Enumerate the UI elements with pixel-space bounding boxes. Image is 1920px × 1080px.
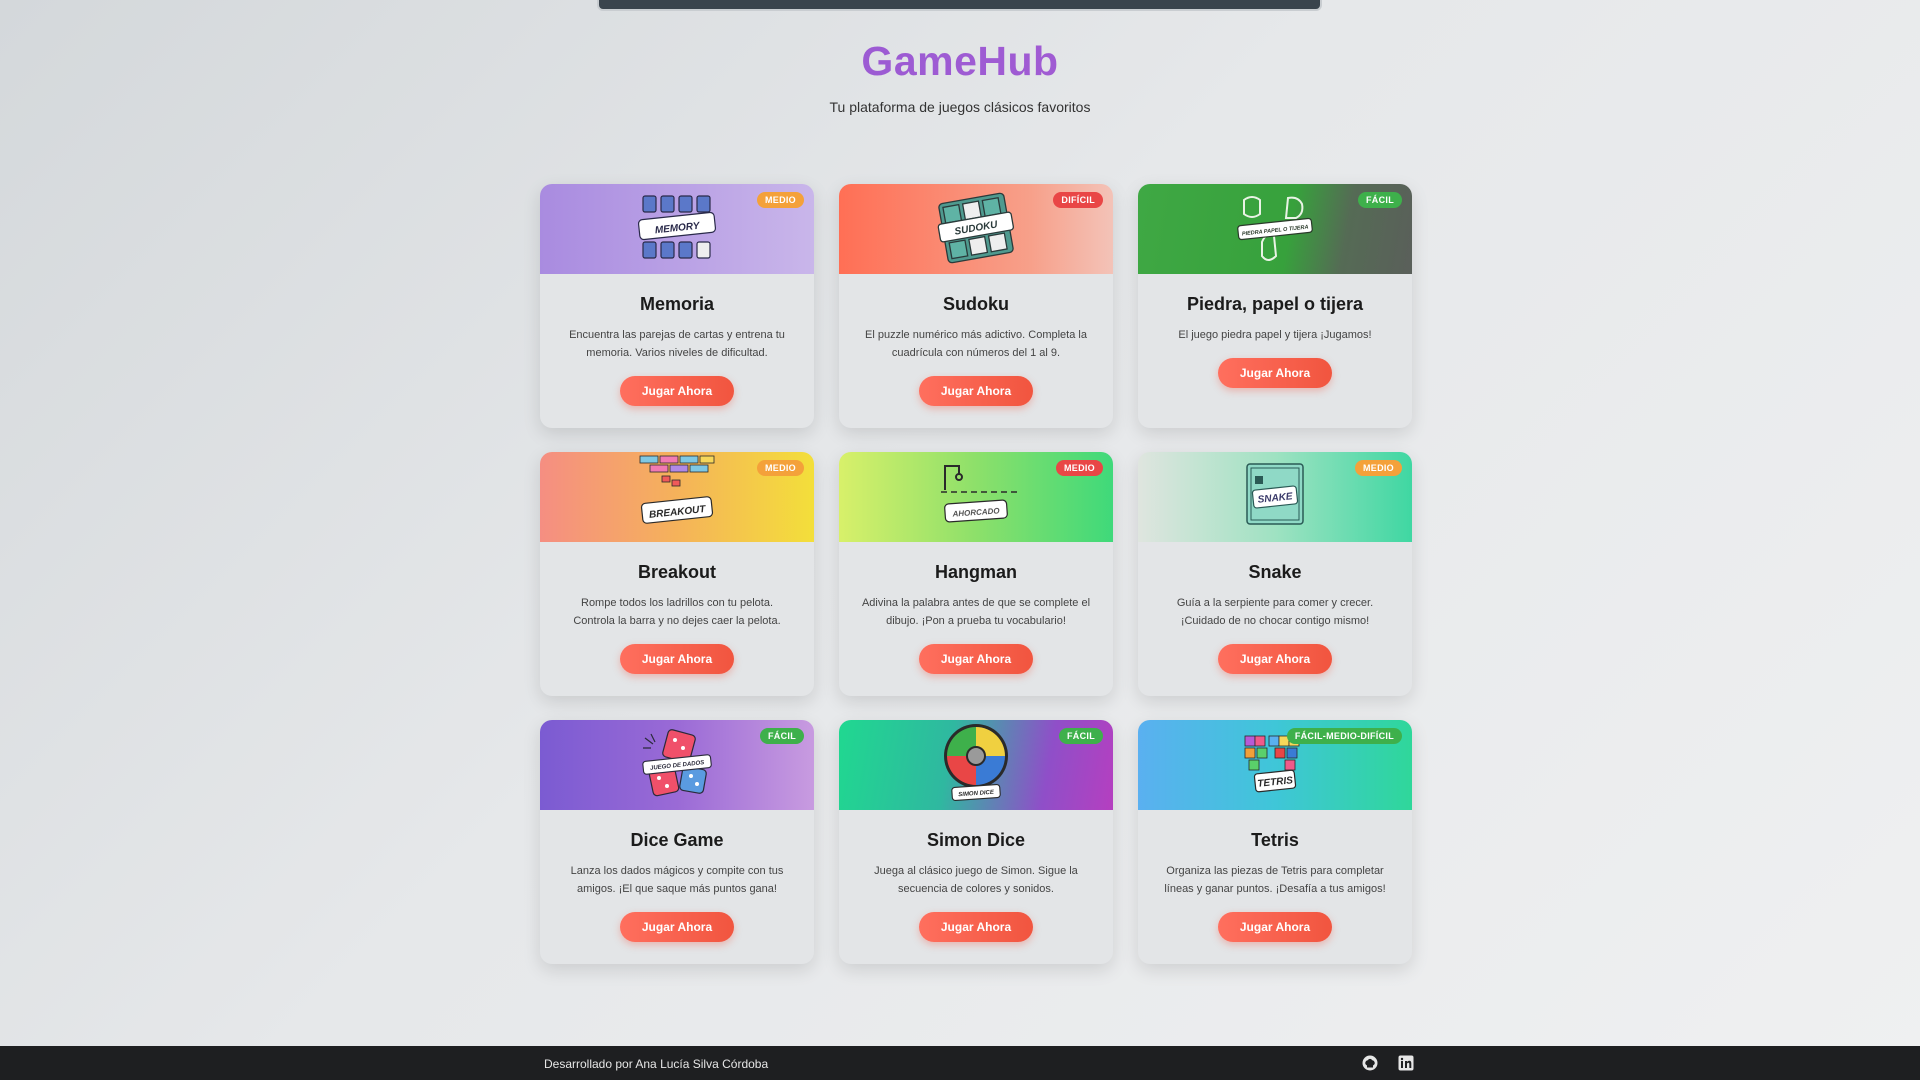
card-title: Sudoku bbox=[943, 294, 1009, 314]
game-card-hangman: AHORCADO MEDIO Hangman Adivina la palabr… bbox=[839, 452, 1113, 696]
play-now-button-snake[interactable]: Jugar Ahora bbox=[1217, 644, 1333, 674]
sudoku-grid-icon: SUDOKU bbox=[937, 192, 1015, 264]
linkedin-icon[interactable] bbox=[1398, 1055, 1414, 1071]
page-footer: Desarrollado por Ana Lucía Silva Córdoba bbox=[0, 1046, 1920, 1080]
card-title: Snake bbox=[1248, 562, 1302, 582]
difficulty-badge: FÁCIL bbox=[1059, 728, 1103, 744]
card-description: Lanza los dados mágicos y compite con tu… bbox=[570, 865, 784, 895]
card-banner: MEMORY MEDIO bbox=[540, 184, 814, 274]
card-description: Organiza las piezas de Tetris para compl… bbox=[1164, 865, 1386, 895]
card-banner: SUDOKU DIFÍCIL bbox=[839, 184, 1113, 274]
card-banner: SNAKE MEDIO bbox=[1138, 452, 1412, 542]
page-header: GameHub Tu plataforma de juegos clásicos… bbox=[0, 38, 1920, 115]
card-title: Breakout bbox=[637, 562, 717, 582]
game-card-breakout: BREAKOUT MEDIO Breakout Rompe todos los … bbox=[540, 452, 814, 696]
game-card-snake: SNAKE MEDIO Snake Guía a la serpiente pa… bbox=[1138, 452, 1412, 696]
difficulty-badge: DIFÍCIL bbox=[1053, 192, 1103, 208]
card-banner: AHORCADO MEDIO bbox=[839, 452, 1113, 542]
card-description: Rompe todos los ladrillos con tu pelota.… bbox=[573, 597, 781, 627]
game-card-memoria: MEMORY MEDIO Memoria Encuentra las parej… bbox=[540, 184, 814, 428]
card-description: Encuentra las parejas de cartas y entren… bbox=[569, 329, 785, 359]
card-title: Hangman bbox=[934, 562, 1017, 582]
play-now-button-dice-game[interactable]: Jugar Ahora bbox=[619, 912, 735, 942]
card-title: Dice Game bbox=[630, 830, 724, 850]
difficulty-badge: FÁCIL-MEDIO-DIFÍCIL bbox=[1286, 728, 1402, 744]
hands-icon: PIEDRA PAPEL O TIJERA bbox=[1237, 196, 1313, 261]
top-window-bar bbox=[597, 0, 1322, 11]
difficulty-badge: MEDIO bbox=[756, 192, 804, 208]
difficulty-badge: FÁCIL bbox=[760, 728, 804, 744]
play-now-button-simon-dice[interactable]: Jugar Ahora bbox=[918, 912, 1034, 942]
snake-board-icon: SNAKE bbox=[1246, 463, 1304, 525]
card-title: Piedra, papel o tijera bbox=[1186, 294, 1364, 314]
memory-cards-icon: MEMORY bbox=[637, 195, 717, 259]
game-card-piedra-papel-tijera: PIEDRA PAPEL O TIJERA FÁCIL Piedra, pape… bbox=[1138, 184, 1412, 428]
card-banner: SIMON DICE FÁCIL bbox=[839, 720, 1113, 810]
dice-icon: JUEGO DE DADOS bbox=[642, 729, 712, 797]
simon-wheel-icon: SIMON DICE bbox=[944, 724, 1008, 802]
game-card-simon-dice: SIMON DICE FÁCIL Simon Dice Juega al clá… bbox=[839, 720, 1113, 964]
play-now-button-breakout[interactable]: Jugar Ahora bbox=[619, 644, 735, 674]
card-banner: TETRIS FÁCIL-MEDIO-DIFÍCIL bbox=[1138, 720, 1412, 810]
footer-credit: Desarrollado por Ana Lucía Silva Córdoba bbox=[544, 1057, 769, 1071]
difficulty-badge: MEDIO bbox=[1055, 460, 1103, 476]
card-description: Juega al clásico juego de Simon. Sigue l… bbox=[874, 865, 1078, 895]
footer-social-links bbox=[1362, 1055, 1414, 1071]
card-description: El juego piedra papel y tijera ¡Jugamos! bbox=[1178, 329, 1372, 341]
play-now-button-tetris[interactable]: Jugar Ahora bbox=[1217, 912, 1333, 942]
tagline: Tu plataforma de juegos clásicos favorit… bbox=[829, 99, 1091, 115]
play-now-button-piedra-papel-tijera[interactable]: Jugar Ahora bbox=[1217, 358, 1333, 388]
play-now-button-hangman[interactable]: Jugar Ahora bbox=[918, 644, 1034, 674]
gallows-icon: AHORCADO bbox=[941, 465, 1017, 523]
card-description: Adivina la palabra antes de que se compl… bbox=[861, 597, 1091, 627]
play-now-button-sudoku[interactable]: Jugar Ahora bbox=[918, 376, 1034, 406]
app-title: GameHub bbox=[0, 38, 1920, 85]
card-description: El puzzle numérico más adictivo. Complet… bbox=[865, 329, 1087, 359]
card-title: Simon Dice bbox=[926, 830, 1026, 850]
card-description: Guía a la serpiente para comer y crecer.… bbox=[1176, 597, 1374, 627]
game-card-dice-game: JUEGO DE DADOS FÁCIL Dice Game Lanza los… bbox=[540, 720, 814, 964]
game-grid: MEMORY MEDIO Memoria Encuentra las parej… bbox=[540, 184, 1412, 964]
card-title: Tetris bbox=[1251, 830, 1299, 850]
card-title: Memoria bbox=[639, 294, 715, 314]
play-now-button-memoria[interactable]: Jugar Ahora bbox=[619, 376, 735, 406]
difficulty-badge: MEDIO bbox=[756, 460, 804, 476]
card-banner: BREAKOUT MEDIO bbox=[540, 452, 814, 542]
card-banner: PIEDRA PAPEL O TIJERA FÁCIL bbox=[1138, 184, 1412, 274]
difficulty-badge: FÁCIL bbox=[1358, 192, 1402, 208]
bricks-icon: BREAKOUT bbox=[639, 455, 715, 524]
difficulty-badge: MEDIO bbox=[1354, 460, 1402, 476]
game-card-tetris: TETRIS FÁCIL-MEDIO-DIFÍCIL Tetris Organi… bbox=[1138, 720, 1412, 964]
card-banner: JUEGO DE DADOS FÁCIL bbox=[540, 720, 814, 810]
github-icon[interactable] bbox=[1362, 1055, 1378, 1071]
game-card-sudoku: SUDOKU DIFÍCIL Sudoku El puzzle numérico… bbox=[839, 184, 1113, 428]
